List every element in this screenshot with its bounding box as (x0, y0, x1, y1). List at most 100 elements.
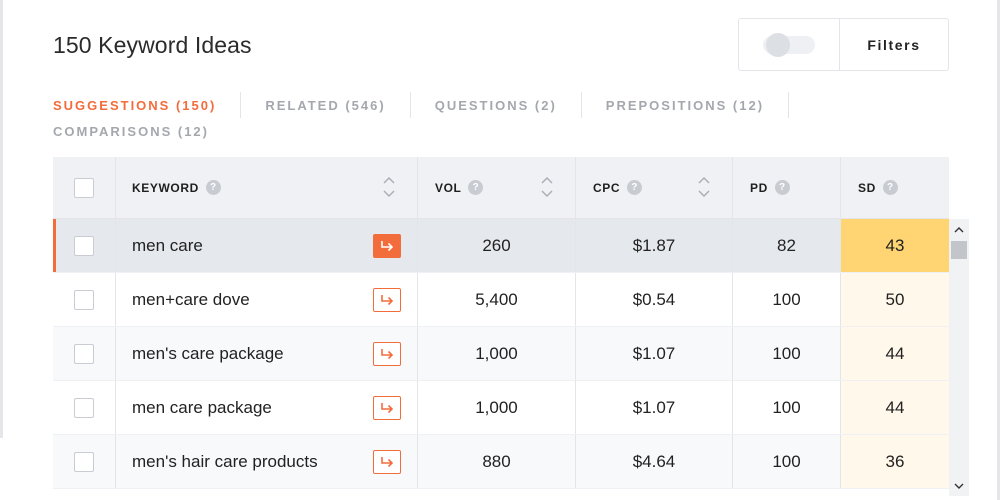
keyword-text: men care package (132, 397, 272, 417)
tab-divider (788, 92, 790, 118)
sort-chevrons-icon[interactable] (698, 175, 710, 199)
row-checkbox[interactable] (74, 235, 94, 256)
header-cpc-label: CPC (593, 180, 621, 195)
sd-cell: 36 (841, 435, 949, 488)
row-select-cell (53, 381, 116, 434)
chevron-up-icon (954, 226, 964, 232)
header-vol-label: VOL (435, 180, 462, 195)
tab-prepositions[interactable]: PREPOSITIONS (12) (606, 98, 788, 113)
scroll-up-button[interactable] (949, 219, 969, 239)
vol-cell: 1,000 (418, 327, 576, 380)
keyword-cell[interactable]: men care (116, 219, 418, 272)
table-body: men care 260 $1.87 82 43 men+care dove 5… (53, 219, 949, 489)
sort-chevrons-icon[interactable] (383, 175, 395, 199)
tab-divider (580, 92, 582, 118)
cpc-cell: $0.54 (576, 273, 733, 326)
keyword-text: men's hair care products (132, 451, 318, 471)
vol-cell: 5,400 (418, 273, 576, 326)
question-circle-icon[interactable]: ? (468, 180, 484, 195)
sd-cell: 44 (841, 381, 949, 434)
header-select-all (53, 157, 116, 218)
tab-divider (240, 92, 242, 118)
header-keyword-label: KEYWORD (132, 180, 199, 195)
tab-comparisons[interactable]: COMPARISONS (12) (53, 124, 233, 139)
sd-cell: 50 (841, 273, 949, 326)
arrow-corner-right-icon (381, 348, 394, 359)
arrow-corner-right-icon (381, 240, 394, 251)
table-header: KEYWORD ? VOL ? CPC ? PD ? SD ? (53, 157, 949, 219)
page-title: 150 Keyword Ideas (53, 32, 252, 58)
header-pd[interactable]: PD ? (733, 157, 841, 218)
open-keyword-button[interactable] (373, 341, 401, 366)
open-keyword-button[interactable] (373, 287, 401, 312)
row-checkbox[interactable] (74, 451, 94, 472)
pd-cell: 100 (733, 435, 841, 488)
table-row[interactable]: men's care package 1,000 $1.07 100 44 (53, 327, 949, 381)
keyword-tabs: SUGGESTIONS (150) RELATED (546) QUESTION… (53, 90, 853, 146)
tab-related[interactable]: RELATED (546) (265, 98, 409, 113)
open-keyword-button[interactable] (373, 395, 401, 420)
table-row[interactable]: men+care dove 5,400 $0.54 100 50 (53, 273, 949, 327)
tab-divider (409, 92, 411, 118)
filter-toggle[interactable] (763, 32, 815, 57)
question-circle-icon[interactable]: ? (627, 180, 643, 195)
chevron-down-icon (954, 483, 964, 489)
keyword-text: men+care dove (132, 289, 250, 309)
cpc-cell: $4.64 (576, 435, 733, 488)
keyword-cell[interactable]: men's hair care products (116, 435, 418, 488)
filters-button[interactable]: Filters (840, 19, 948, 70)
scrollbar-thumb[interactable] (951, 241, 967, 259)
filter-panel: Filters (738, 18, 949, 71)
question-circle-icon[interactable]: ? (882, 180, 898, 195)
row-select-cell (53, 219, 116, 272)
tab-questions[interactable]: QUESTIONS (2) (435, 98, 581, 113)
cpc-cell: $1.87 (576, 219, 733, 272)
arrow-corner-right-icon (381, 402, 394, 413)
table-row[interactable]: men care package 1,000 $1.07 100 44 (53, 381, 949, 435)
table-row[interactable]: men's hair care products 880 $4.64 100 3… (53, 435, 949, 489)
table-row[interactable]: men care 260 $1.87 82 43 (53, 219, 949, 273)
sort-chevrons-icon[interactable] (541, 175, 553, 199)
question-circle-icon[interactable]: ? (774, 180, 790, 195)
header-pd-label: PD (750, 180, 768, 195)
header-keyword[interactable]: KEYWORD ? (116, 157, 418, 218)
vol-cell: 260 (418, 219, 576, 272)
keyword-text: men's care package (132, 343, 284, 363)
arrow-corner-right-icon (381, 456, 394, 467)
table-scrollbar[interactable] (949, 219, 969, 496)
tab-row-2: COMPARISONS (12) (53, 116, 853, 146)
sd-cell: 43 (841, 219, 949, 272)
open-keyword-button[interactable] (373, 449, 401, 474)
keyword-cell[interactable]: men's care package (116, 327, 418, 380)
cpc-cell: $1.07 (576, 381, 733, 434)
vol-cell: 880 (418, 435, 576, 488)
tab-suggestions[interactable]: SUGGESTIONS (150) (53, 98, 240, 113)
header-cpc[interactable]: CPC ? (576, 157, 733, 218)
header-sd[interactable]: SD ? (841, 157, 949, 218)
filter-toggle-cell (739, 19, 840, 70)
pd-cell: 100 (733, 327, 841, 380)
keyword-cell[interactable]: men care package (116, 381, 418, 434)
header-sd-label: SD (858, 180, 876, 195)
arrow-corner-right-icon (381, 294, 394, 305)
header-vol[interactable]: VOL ? (418, 157, 576, 218)
sd-cell: 44 (841, 327, 949, 380)
keyword-text: men care (132, 235, 203, 255)
row-select-cell (53, 435, 116, 488)
keyword-cell[interactable]: men+care dove (116, 273, 418, 326)
left-edge-divider (0, 0, 3, 438)
pd-cell: 82 (733, 219, 841, 272)
row-checkbox[interactable] (74, 343, 94, 364)
pd-cell: 100 (733, 273, 841, 326)
toggle-knob (766, 32, 790, 57)
vol-cell: 1,000 (418, 381, 576, 434)
row-select-cell (53, 273, 116, 326)
select-all-checkbox[interactable] (74, 177, 94, 198)
question-circle-icon[interactable]: ? (205, 180, 221, 195)
open-keyword-button[interactable] (373, 233, 401, 258)
scroll-down-button[interactable] (949, 476, 969, 496)
pd-cell: 100 (733, 381, 841, 434)
row-checkbox[interactable] (74, 289, 94, 310)
cpc-cell: $1.07 (576, 327, 733, 380)
row-checkbox[interactable] (74, 397, 94, 418)
